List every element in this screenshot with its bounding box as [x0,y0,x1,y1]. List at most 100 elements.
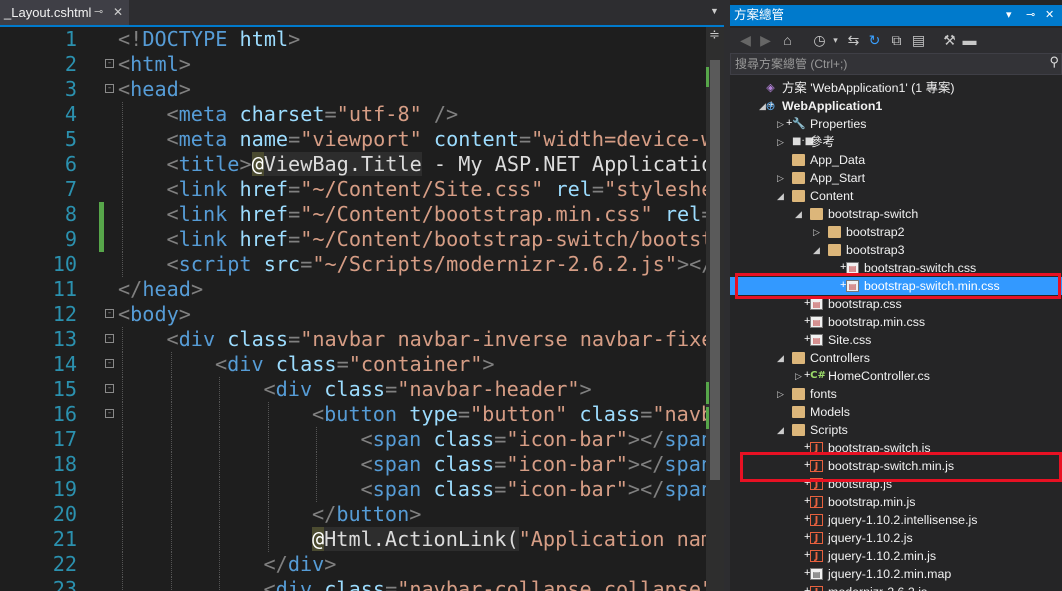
code-line[interactable]: 19<span class="icon-bar"></span [0,477,706,502]
dropdown-icon[interactable]: ▾ [1006,5,1012,26]
tree-item[interactable]: ▷ ■·■ 參考 [730,133,1062,151]
fold-toggle-icon[interactable]: - [105,334,114,343]
indent-guide [170,577,172,591]
tree-item[interactable]: ◢ + ⊕ WebApplication1 [730,97,1062,115]
tab-dropdown-icon[interactable]: ▼ [710,6,719,16]
tree-item[interactable]: + Jjquery-1.10.2.intellisense.js [730,511,1062,529]
search-input[interactable] [735,56,1035,72]
chevron-down-icon[interactable]: ▾ [826,30,845,50]
solution-explorer-search[interactable]: ⚲ [730,53,1062,75]
code-line[interactable]: 8 <link href="~/Content/bootstrap.min.css… [0,202,706,227]
code-text: <div class="navbar navbar-inverse navbar… [167,327,707,352]
code-token: div [227,352,264,376]
tree-item[interactable]: +Jmodernizr-2.6.2.js [730,583,1062,591]
tree-item[interactable]: + Jjquery-1.10.2.js [730,529,1062,547]
tree-item[interactable]: ◢ bootstrap-switch [730,205,1062,223]
tree-item[interactable]: + ▤ Site.css [730,331,1062,349]
split-window-icon[interactable]: ≑ [709,28,720,41]
code-line[interactable]: 1 <!DOCTYPE html> [0,27,706,52]
code-line[interactable]: 18<span class="icon-bar"></span [0,452,706,477]
refresh-icon[interactable]: ↻ [865,30,884,50]
code-line[interactable]: 20 </button> [0,502,706,527]
properties-icon[interactable]: ⚒ [940,30,959,50]
collapsed-arrow-icon[interactable]: ▷ [812,223,821,241]
code-line[interactable]: 10 <script src="~/Scripts/modernizr-2.6.2… [0,252,706,277]
close-icon[interactable]: ✕ [1045,5,1054,26]
tree-item[interactable]: + ▤ bootstrap.css [730,295,1062,313]
code-line[interactable]: 3 - <head> [0,77,706,102]
scrollbar-thumb[interactable] [710,60,720,480]
home-icon[interactable]: ⌂ [778,30,797,50]
code-line[interactable]: 12 - <body> [0,302,706,327]
preview-icon[interactable]: ▬ [960,30,979,50]
code-line[interactable]: 11 </head> [0,277,706,302]
tree-item[interactable]: App_Data [730,151,1062,169]
collapsed-arrow-icon[interactable]: ▷ [776,385,785,403]
tree-item[interactable]: + Jbootstrap.min.js [730,493,1062,511]
tree-item[interactable]: ▷ + C# HomeController.cs [730,367,1062,385]
close-icon[interactable]: ✕ [113,0,123,25]
code-line[interactable]: 14 - <div class="container"> [0,352,706,377]
expanded-arrow-icon[interactable]: ◢ [776,421,785,439]
collapsed-arrow-icon[interactable]: ▷ [776,133,785,151]
pin-icon[interactable]: ⊸ [94,0,103,25]
tree-item[interactable]: ◢ bootstrap3 [730,241,1062,259]
expanded-arrow-icon[interactable]: ◢ [794,205,803,223]
search-icon[interactable]: ⚲ [1049,54,1059,70]
tree-item[interactable]: + Jbootstrap-switch.js [730,439,1062,457]
expanded-arrow-icon[interactable]: ◢ [776,349,785,367]
document-tab[interactable]: _Layout.cshtml ⊸ ✕ [0,0,129,25]
code-line[interactable]: 6 <title>@ViewBag.Title - My ASP.NET Appl… [0,152,706,177]
collapse-all-icon[interactable]: ⧉ [887,30,906,50]
show-all-files-icon[interactable]: ▤ [909,30,928,50]
fold-toggle-icon[interactable]: - [105,309,114,318]
tree-item[interactable]: + Jjquery-1.10.2.min.js [730,547,1062,565]
tree-item[interactable]: ◈ 方案 'WebApplication1' (1 專案) [730,79,1062,97]
code-line[interactable]: 16-<button type="button" class="navb [0,402,706,427]
forward-icon[interactable]: ▶ [756,30,775,50]
tree-item[interactable]: + ▤ bootstrap-switch.min.css [730,277,1062,295]
code-text: </head> [118,277,203,302]
collapsed-arrow-icon[interactable]: ▷ [776,115,785,133]
code-line[interactable]: 7 <link href="~/Content/Site.css" rel="st… [0,177,706,202]
tree-item[interactable]: + Jbootstrap.js [730,475,1062,493]
expanded-arrow-icon[interactable]: ◢ [812,241,821,259]
fold-toggle-icon[interactable]: - [105,59,114,68]
tree-item[interactable]: ◢ Scripts [730,421,1062,439]
pin-icon[interactable]: ⊸ [1026,5,1035,26]
editor-vertical-scrollbar[interactable]: ≑ [706,27,724,591]
code-line[interactable]: 15 - <div class="navbar-header"> [0,377,706,402]
code-editor[interactable]: _Layout.cshtml ⊸ ✕ ▼ 1 <!DOCTYPE html> 2- <… [0,0,724,591]
tree-item[interactable]: ▷ bootstrap2 [730,223,1062,241]
fold-toggle-icon[interactable]: - [105,384,114,393]
tree-item[interactable]: Models [730,403,1062,421]
tree-item[interactable]: + ▤ bootstrap.min.css [730,313,1062,331]
code-line[interactable]: 9 <link href="~/Content/bootstrap-switch/… [0,227,706,252]
fold-toggle-icon[interactable]: - [105,359,114,368]
code-line[interactable]: 22 </div> [0,552,706,577]
back-icon[interactable]: ◀ [736,30,755,50]
code-line[interactable]: 13 - <div class="navbar navbar-inverse nav… [0,327,706,352]
code-line[interactable]: 2 - <html> [0,52,706,77]
code-line[interactable]: 23 <div class="navbar-collapse collapse" [0,577,706,591]
solution-tree[interactable]: ◈ 方案 'WebApplication1' (1 專案) ◢ + ⊕ WebApplic… [730,79,1062,591]
collapsed-arrow-icon[interactable]: ▷ [776,169,785,187]
tree-item[interactable]: ▷ + 🔧 Properties [730,115,1062,133]
tree-item[interactable]: ▷ App_Start [730,169,1062,187]
tree-item[interactable]: + ▤ bootstrap-switch.css [730,259,1062,277]
code-line[interactable]: 21 @Html.ActionLink("Application nam [0,527,706,552]
code-line[interactable]: 17<span class="icon-bar"></span [0,427,706,452]
tree-item[interactable]: ◢ Content [730,187,1062,205]
collapsed-arrow-icon[interactable]: ▷ [794,367,803,385]
fold-toggle-icon[interactable]: - [105,409,114,418]
code-area[interactable]: 1 <!DOCTYPE html> 2- <html> 3- <head> 4 <meta c… [0,27,706,591]
tree-item[interactable]: ▷ fonts [730,385,1062,403]
tree-item[interactable]: + Jbootstrap-switch.min.js [730,457,1062,475]
tree-item[interactable]: ◢ Controllers [730,349,1062,367]
fold-toggle-icon[interactable]: - [105,84,114,93]
code-line[interactable]: 4 <meta charset="utf-8" /> [0,102,706,127]
sync-icon[interactable]: ⇆ [844,30,863,50]
code-line[interactable]: 5 <meta name="viewport" content="width=de… [0,127,706,152]
tree-item[interactable]: + ▤ jquery-1.10.2.min.map [730,565,1062,583]
expanded-arrow-icon[interactable]: ◢ [776,187,785,205]
